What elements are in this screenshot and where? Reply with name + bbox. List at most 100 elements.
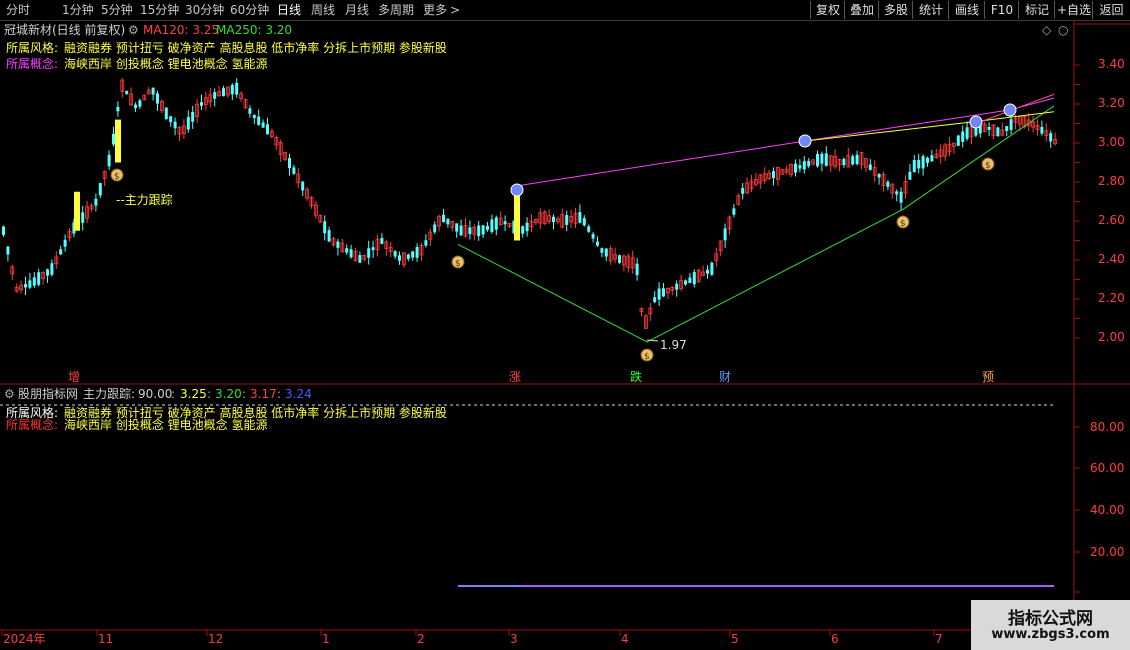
time-label: 5 [731,632,739,646]
tab-intraday[interactable]: 分时 [6,2,30,18]
price-tick: 2.60 [1098,213,1125,227]
candle-body [591,234,595,239]
price-tick: 3.20 [1098,96,1125,110]
resistance-trend-line [516,97,1055,187]
candle-body [173,121,177,129]
candle-body [446,218,450,225]
price-tick: 3.00 [1098,135,1125,149]
tab-more[interactable]: 更多 [423,2,447,18]
face-marker-icon [969,115,983,129]
candle-body [235,82,239,95]
indicator-value: 3.24 [285,387,312,401]
adjust-button[interactable]: 复权 [810,1,845,19]
candle-body [802,161,806,170]
draw-line-button[interactable]: 画线 [948,1,985,19]
chevron-right-icon[interactable]: > [450,2,460,18]
event-marker-financial[interactable]: 财 [719,370,731,384]
candle-body [653,297,657,303]
candle-body [494,217,498,230]
tab-monthly[interactable]: 月线 [345,2,369,18]
event-marker-increase[interactable]: 增 [68,370,80,384]
candle-body [1009,119,1013,130]
candle-body [820,153,824,164]
candle-body [98,183,102,196]
candle-body [6,246,10,255]
candle-body [688,277,692,284]
sub-concept-values: 海峡西岸 创投概念 锂电池概念 氢能源 [64,418,268,432]
f10-button[interactable]: F10 [984,1,1019,19]
time-label: 3 [510,632,518,646]
candle-body [851,156,855,165]
candle-body [266,124,269,135]
candle-body [380,237,384,244]
candle-body [151,87,155,95]
candle-body [723,228,727,241]
candle-body [877,173,881,178]
event-marker-forecast[interactable]: 预 [982,370,994,384]
candle-body [794,163,797,173]
candle-body [908,171,912,180]
ma250-label: MA250: 3.20 [216,23,293,37]
tab-30min[interactable]: 30分钟 [185,2,224,18]
candle-body [156,93,159,104]
candle-body [213,92,217,99]
candle-body [459,225,463,236]
candle-body [63,239,67,247]
tab-weekly[interactable]: 周线 [311,2,335,18]
chart-area[interactable]: $ $ $ $ $ 冠城新材(日线 前复权) ⚙ MA120: 3.25 MA250: … [0,20,1130,650]
candle-body [886,181,890,187]
multi-stock-button[interactable]: 多股 [878,1,913,19]
concept-label: 所属概念: [6,57,59,71]
diamond-icon[interactable]: ◇ [1042,23,1051,37]
candle-body [134,104,137,109]
indicator-gear-icon[interactable]: ⚙ [4,387,15,401]
sub-concept-label: 所属概念: [6,418,59,432]
kline-chart[interactable]: $ $ $ $ $ [0,20,1130,650]
tab-multi-period[interactable]: 多周期 [378,2,414,18]
candle-body [186,117,190,130]
candle-body [565,215,569,225]
candle-body [692,272,696,285]
tab-daily[interactable]: 日线 [277,2,301,18]
candle-body [490,219,494,232]
candle-body [288,158,291,169]
candle-body [930,155,934,162]
indicator-value: 3.25 [180,387,207,401]
tab-5min[interactable]: 5分钟 [101,2,133,18]
add-watchlist-button[interactable]: +自选 [1054,1,1093,19]
money-bag-icon: $ [985,161,991,171]
candle-body [261,122,265,128]
candle-body [112,133,115,145]
concept-values: 海峡西岸 创投概念 锂电池概念 氢能源 [64,57,268,71]
candle-body [301,181,305,191]
candle-body [442,214,445,223]
indicator-name: 主力跟踪: [83,387,136,401]
candle-body [552,216,555,223]
candle-body [336,241,340,248]
indicator-value: 3.17 [250,387,277,401]
event-marker-limit-up[interactable]: 涨 [509,370,521,384]
tab-15min[interactable]: 15分钟 [140,2,179,18]
event-marker-limit-down[interactable]: 跌 [630,370,642,384]
candle-body [230,84,234,95]
candle-body [657,288,661,300]
statistics-button[interactable]: 统计 [912,1,949,19]
overlay-button[interactable]: 叠加 [844,1,879,19]
candle-body [37,272,41,285]
back-button[interactable]: 返回 [1092,1,1130,19]
circle-icon[interactable]: ○ [1058,23,1068,37]
mark-button[interactable]: 标记 [1018,1,1055,19]
tab-60min[interactable]: 60分钟 [230,2,269,18]
candle-body [424,240,428,246]
tab-1min[interactable]: 1分钟 [62,2,94,18]
candle-body [618,255,621,263]
candle-body [486,225,489,230]
candle-body [917,159,921,169]
candle-body [371,247,375,251]
candle-body [46,269,49,276]
settings-gear-icon[interactable]: ⚙ [128,23,139,37]
candle-body [323,221,327,234]
time-label: 2 [417,632,425,646]
candle-body [596,241,599,246]
candle-body [965,127,969,139]
